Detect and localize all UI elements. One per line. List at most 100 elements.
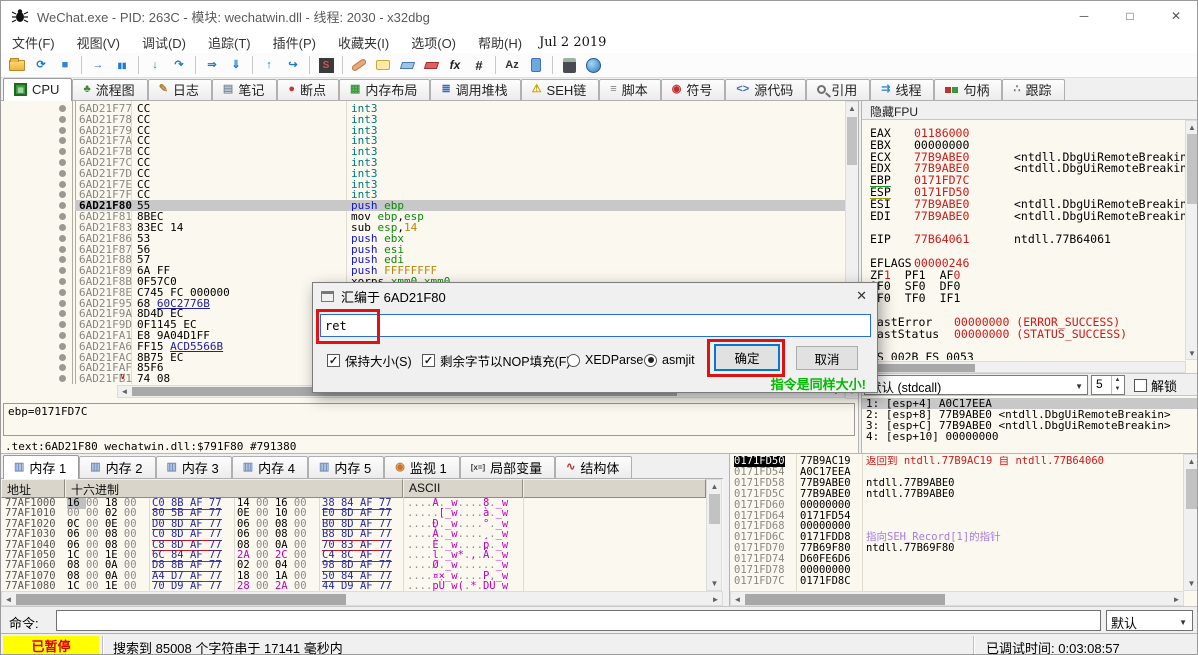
dump-tab-监视1[interactable]: ◉监视 1 [384,456,459,478]
breakpoint-dot[interactable] [59,137,66,144]
menu-item-3[interactable]: 追踪(T) [197,31,262,54]
stack-row[interactable]: 0171FD54A0C17EEA [730,467,1184,478]
tab-调用堆栈[interactable]: ≣调用堆栈 [430,79,520,100]
menu-item-7[interactable]: 帮助(H) [467,31,533,54]
stack-row[interactable]: 0171FD640171FD54 [730,511,1184,522]
radio-asmjit[interactable]: asmjit [644,352,695,368]
menu-item-2[interactable]: 调试(D) [131,31,197,54]
tab-句柄[interactable]: 句柄 [934,79,1002,100]
animate-into-button[interactable]: ⇒ [200,54,224,76]
memory-dump-panel[interactable]: ▥内存 1▥内存 2▥内存 3▥内存 4▥内存 5◉监视 1[x=]局部变量∿结… [1,453,723,606]
calculator-button[interactable] [557,54,581,76]
tab-引用[interactable]: 引用 [806,79,870,100]
stack-row[interactable]: 0171FD6000000000 [730,500,1184,511]
radio-icon[interactable] [567,354,580,367]
registers-vscrollbar[interactable]: ▲ ▼ [1185,120,1198,360]
run-button[interactable]: → [86,54,110,76]
command-profile-select[interactable]: 默认▼ [1106,610,1193,631]
stack-vscrollbar[interactable]: ▲ ▼ [1183,454,1198,591]
registers-hscrollbar[interactable] [862,361,1186,373]
tab-笔记[interactable]: ▤笔记 [212,79,277,100]
stack-row[interactable]: 0171FD6C0171FDD8指向SEH_Record[1]的指针 [730,532,1184,543]
hide-fpu-button[interactable]: 隐藏FPU [862,101,1198,120]
dump-tab-结构体[interactable]: ∿结构体 [555,456,632,478]
string-search-button[interactable]: Az [500,54,524,76]
menu-item-0[interactable]: 文件(F) [1,31,66,54]
step-out-button[interactable]: ↑ [257,54,281,76]
menu-item-1[interactable]: 视图(V) [66,31,131,54]
checkbox-icon[interactable]: ✓ [422,354,435,367]
register-row[interactable]: EDX77B9ABE0<ntdll.DbgUiRemoteBreakin> [862,162,1186,174]
stack-row[interactable]: 0171FD7C0171FD8C [730,576,1184,587]
breakpoint-dot[interactable] [59,267,66,274]
breakpoint-dot[interactable] [59,375,66,382]
minimize-button[interactable]: ─ [1061,1,1107,31]
breakpoint-dot[interactable] [59,181,66,188]
argument-row[interactable]: 4: [esp+10] 00000000 [862,431,1198,442]
breakpoint-dot[interactable] [59,213,66,220]
hash-button[interactable]: # [467,54,491,76]
assembly-instruction-input[interactable] [320,314,871,337]
tab-脚本[interactable]: ≡脚本 [599,79,660,100]
stack-row[interactable]: 0171FD5077B9AC19返回到 ntdll.77B9AC19 自 ntd… [730,456,1184,467]
tab-符号[interactable]: ◉符号 [661,79,726,100]
register-row[interactable]: EIP77B64061ntdll.77B64061 [862,233,1186,245]
breakpoint-dot[interactable] [59,170,66,177]
dump-tab-内存1[interactable]: ▥内存 1 [3,455,79,479]
pause-button[interactable]: ▮▮ [110,54,134,76]
checkbox-icon[interactable]: ✓ [327,354,340,367]
bookmark-button[interactable] [419,54,443,76]
tab-seh链[interactable]: ⚠SEH链 [521,79,600,100]
dump-tab-内存3[interactable]: ▥内存 3 [156,456,232,478]
register-row[interactable]: EBP0171FD7C [862,174,1186,186]
tab-跟踪[interactable]: ∴跟踪 [1002,79,1064,100]
breakpoint-dot[interactable] [59,116,66,123]
breakpoint-dot[interactable] [59,202,66,209]
run-to-user-code-button[interactable]: ↪ [281,54,305,76]
tab-cpu[interactable]: ▦CPU [3,78,72,101]
tab-日志[interactable]: ✎日志 [148,79,212,100]
breakpoint-dot[interactable] [59,354,66,361]
register-row[interactable]: EFLAGS00000246 [862,257,1186,269]
stack-panel[interactable]: 0171FD5077B9AC19返回到 ntdll.77B9AC19 自 ntd… [729,453,1198,606]
register-row[interactable]: LastError00000000 (ERROR_SUCCESS) [862,316,1186,328]
step-over-button[interactable]: ↷ [167,54,191,76]
register-row[interactable]: LastStatus00000000 (STATUS_SUCCESS) [862,328,1186,340]
stepper-arrows-icon[interactable]: ▲▼ [1111,376,1123,394]
dump-tab-内存4[interactable]: ▥内存 4 [232,456,308,478]
tab-源代码[interactable]: <>源代码 [725,79,806,100]
restart-button[interactable]: ⟳ [29,54,53,76]
dialog-close-icon[interactable]: ✕ [856,288,867,304]
checkbox-NOPF[interactable]: ✓剩余字节以NOP填充(F) [422,352,571,368]
patch-button[interactable] [347,54,371,76]
dump-tab-内存2[interactable]: ▥内存 2 [79,456,155,478]
dump-hscrollbar[interactable]: ◄ ► [1,591,723,606]
tab-线程[interactable]: ⇉线程 [870,79,934,100]
arg-depth-stepper[interactable]: 5▲▼ [1091,375,1125,395]
comment-button[interactable] [371,54,395,76]
close-button[interactable]: ✕ [1153,1,1198,31]
dump-tab-内存5[interactable]: ▥内存 5 [308,456,384,478]
register-row[interactable]: EDI77B9ABE0<ntdll.DbgUiRemoteBreakin> [862,210,1186,222]
step-into-button[interactable]: ↓ [143,54,167,76]
stack-row[interactable]: 0171FD5C77B9ABE0ntdll.77B9ABE0 [730,489,1184,500]
checkbox-S[interactable]: ✓保持大小(S) [327,352,412,368]
stack-row[interactable]: 0171FD7800000000 [730,565,1184,576]
animate-over-button[interactable]: ⇓ [224,54,248,76]
breakpoint-dot[interactable] [59,321,66,328]
checkbox-icon[interactable] [1134,379,1147,392]
breakpoint-dot[interactable] [59,224,66,231]
stack-row[interactable]: 0171FD74D60FE6D6 [730,554,1184,565]
dump-row[interactable]: 77AF10801C 00 1E 0070 D9 AF 7728 00 2A 0… [1,581,706,591]
dump-vscrollbar[interactable]: ▲ ▼ [706,479,722,591]
breakpoint-dot[interactable] [59,278,66,285]
breakpoint-dot[interactable] [59,332,66,339]
arguments-panel[interactable]: 1: [esp+4] A0C17EEA2: [esp+8] 77B9ABE0 <… [861,395,1198,453]
device-button[interactable] [524,54,548,76]
breakpoint-dot[interactable] [59,289,66,296]
cancel-button[interactable]: 取消 [796,346,858,370]
stop-button[interactable]: ■ [53,54,77,76]
settings-globe-button[interactable] [581,54,605,76]
tab-断点[interactable]: ●断点 [277,79,339,100]
stack-row[interactable]: 0171FD5877B9ABE0ntdll.77B9ABE0 [730,478,1184,489]
